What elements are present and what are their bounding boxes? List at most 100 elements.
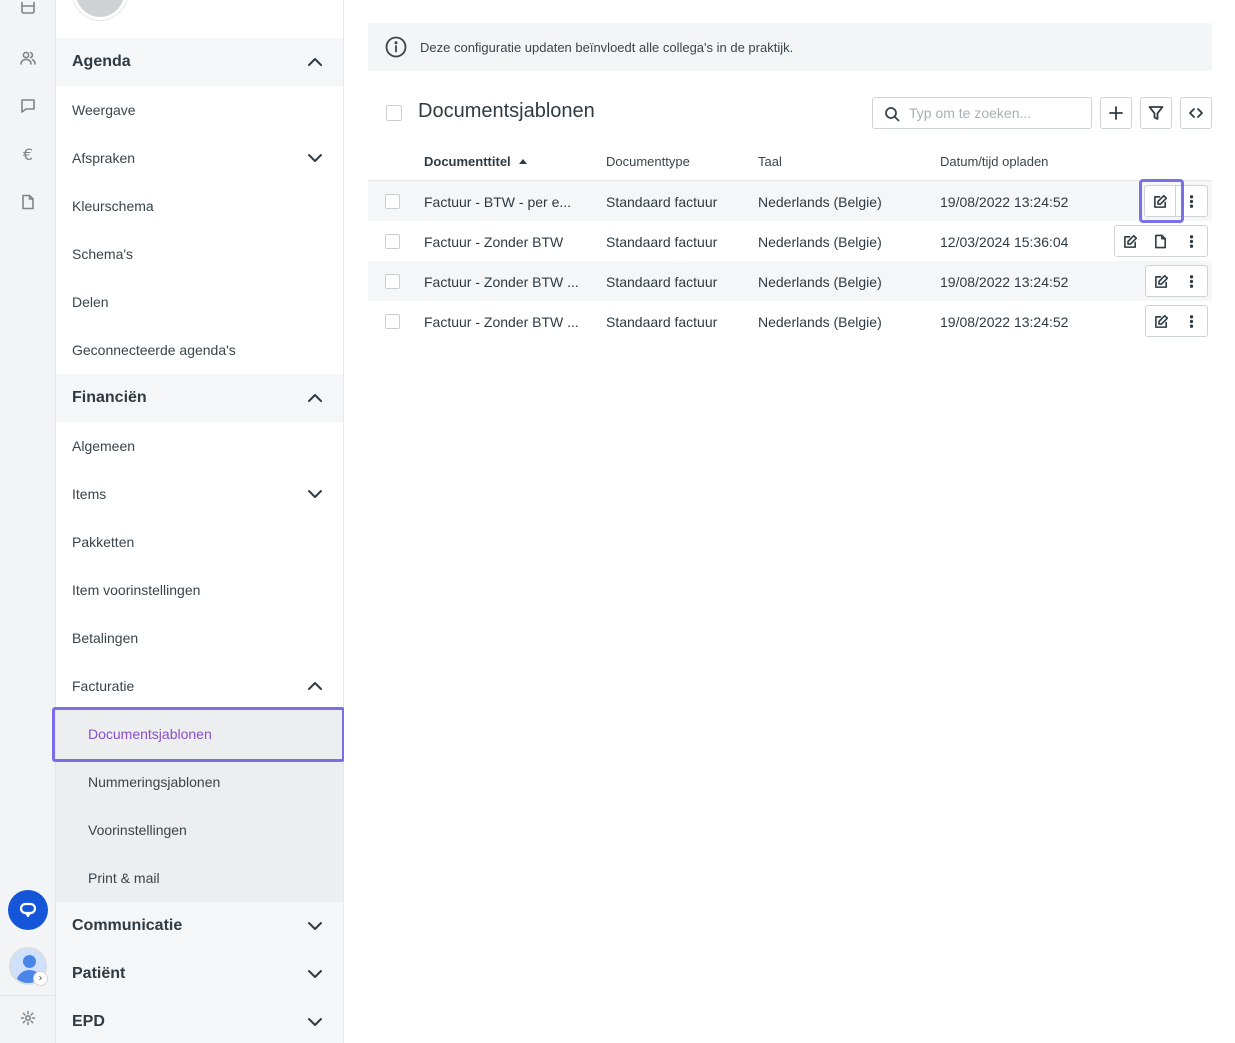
sidebar-item-nummeringsjablonen[interactable]: Nummeringsjablonen <box>56 758 343 806</box>
select-all-checkbox[interactable] <box>386 105 402 121</box>
table-row[interactable]: Factuur - Zonder BTW ... Standaard factu… <box>368 301 1212 341</box>
file-icon <box>1155 234 1166 248</box>
column-header-documenttitel[interactable]: Documenttitel <box>424 154 527 169</box>
table-row[interactable]: Factuur - BTW - per e... Standaard factu… <box>368 181 1212 221</box>
row-checkbox[interactable] <box>385 234 400 249</box>
sidebar-item-geconnecteerde-agendas[interactable]: Geconnecteerde agenda's <box>56 326 343 374</box>
sidebar-item-label: Schema's <box>72 246 134 262</box>
search-icon <box>884 106 900 122</box>
rail-divider <box>0 995 56 996</box>
more-vertical-icon <box>1189 274 1194 288</box>
more-options-button[interactable] <box>1176 265 1208 297</box>
more-vertical-icon <box>1189 194 1194 208</box>
info-icon <box>385 36 407 58</box>
edit-icon <box>1154 314 1168 328</box>
sidebar-item-print-mail[interactable]: Print & mail <box>56 854 343 902</box>
edit-icon <box>1154 274 1168 288</box>
row-checkbox[interactable] <box>385 314 400 329</box>
cell-type: Standaard factuur <box>606 274 718 290</box>
edit-icon <box>1123 234 1137 248</box>
section-epd[interactable]: EPD <box>56 998 343 1043</box>
chevron-up-icon <box>307 55 323 69</box>
sidebar-item-delen[interactable]: Delen <box>56 278 343 326</box>
calendar-icon[interactable] <box>18 0 38 20</box>
document-button[interactable] <box>1145 225 1177 257</box>
chevron-up-icon <box>307 391 323 405</box>
sidebar-item-betalingen[interactable]: Betalingen <box>56 614 343 662</box>
sidebar-item-item-voorinstellingen[interactable]: Item voorinstellingen <box>56 566 343 614</box>
sidebar-item-kleurschema[interactable]: Kleurschema <box>56 182 343 230</box>
table-row[interactable]: Factuur - Zonder BTW ... Standaard factu… <box>368 261 1212 301</box>
column-header-datum[interactable]: Datum/tijd opladen <box>940 154 1048 169</box>
edit-button[interactable] <box>1114 225 1146 257</box>
search-field[interactable] <box>872 97 1092 129</box>
section-agenda[interactable]: Agenda <box>56 38 343 86</box>
cell-type: Standaard factuur <box>606 234 718 250</box>
more-options-button[interactable] <box>1176 225 1208 257</box>
expand-chevron-icon[interactable]: › <box>33 971 48 986</box>
cell-date: 19/08/2022 13:24:52 <box>940 314 1069 330</box>
more-vertical-icon <box>1189 314 1194 328</box>
chevron-down-icon <box>307 1015 323 1029</box>
chat-icon[interactable] <box>8 890 48 930</box>
cell-title: Factuur - BTW - per e... <box>424 194 572 210</box>
sidebar-item-pakketten[interactable]: Pakketten <box>56 518 343 566</box>
sidebar-item-label: Voorinstellingen <box>88 822 187 838</box>
cell-language: Nederlands (Belgie) <box>758 194 882 210</box>
row-checkbox[interactable] <box>385 274 400 289</box>
column-header-documenttype[interactable]: Documenttype <box>606 154 690 169</box>
edit-button[interactable] <box>1145 265 1177 297</box>
row-checkbox[interactable] <box>385 194 400 209</box>
section-patient[interactable]: Patiënt <box>56 950 343 998</box>
sidebar-item-afspraken[interactable]: Afspraken <box>56 134 343 182</box>
section-communicatie[interactable]: Communicatie <box>56 902 343 950</box>
sidebar-item-items[interactable]: Items <box>56 470 343 518</box>
users-icon[interactable] <box>18 48 38 68</box>
more-options-button[interactable] <box>1176 185 1208 217</box>
euro-icon[interactable]: € <box>18 144 38 164</box>
chevron-down-icon <box>307 967 323 981</box>
edit-icon <box>1153 194 1167 208</box>
search-input[interactable] <box>909 105 1085 121</box>
sidebar-item-label: Nummeringsjablonen <box>88 774 221 790</box>
cell-type: Standaard factuur <box>606 194 718 210</box>
sidebar-item-label: Algemeen <box>72 438 136 454</box>
edit-button[interactable] <box>1144 185 1176 217</box>
document-icon[interactable] <box>18 192 38 212</box>
profile-avatar[interactable] <box>72 0 128 20</box>
plus-icon <box>1109 106 1123 120</box>
sidebar-item-label: Afspraken <box>72 150 136 166</box>
more-vertical-icon <box>1189 234 1194 248</box>
filter-button[interactable] <box>1140 97 1172 129</box>
notice-text: Deze configuratie updaten beïnvloedt all… <box>420 39 794 55</box>
more-options-button[interactable] <box>1176 305 1208 337</box>
edit-button[interactable] <box>1145 305 1177 337</box>
cell-title: Factuur - Zonder BTW ... <box>424 314 579 330</box>
cell-date: 19/08/2022 13:24:52 <box>940 274 1069 290</box>
sort-ascending-icon <box>518 159 527 164</box>
section-financien[interactable]: Financiën <box>56 374 343 422</box>
sidebar-item-algemeen[interactable]: Algemeen <box>56 422 343 470</box>
sidebar-item-label: Facturatie <box>72 678 135 694</box>
cell-language: Nederlands (Belgie) <box>758 234 882 250</box>
sidebar-item-label: Item voorinstellingen <box>72 582 201 598</box>
code-button[interactable] <box>1180 97 1212 129</box>
sidebar-item-weergave[interactable]: Weergave <box>56 86 343 134</box>
section-label: Agenda <box>72 53 131 70</box>
cell-title: Factuur - Zonder BTW ... <box>424 274 579 290</box>
sidebar-item-voorinstellingen[interactable]: Voorinstellingen <box>56 806 343 854</box>
sidebar-item-facturatie[interactable]: Facturatie <box>56 662 343 710</box>
add-button[interactable] <box>1100 97 1132 129</box>
sidebar-item-documentsjablonen[interactable]: Documentsjablonen <box>56 710 343 758</box>
section-label: Patiënt <box>72 965 126 982</box>
cell-type: Standaard factuur <box>606 314 718 330</box>
table-row[interactable]: Factuur - Zonder BTW Standaard factuur N… <box>368 221 1212 261</box>
message-icon[interactable] <box>18 96 38 116</box>
code-icon <box>1189 108 1203 118</box>
settings-icon[interactable] <box>18 1008 38 1028</box>
filter-icon <box>1148 106 1164 120</box>
section-label: EPD <box>72 1013 105 1030</box>
section-label: Communicatie <box>72 917 183 934</box>
sidebar-item-schemas[interactable]: Schema's <box>56 230 343 278</box>
column-header-taal[interactable]: Taal <box>758 154 782 169</box>
